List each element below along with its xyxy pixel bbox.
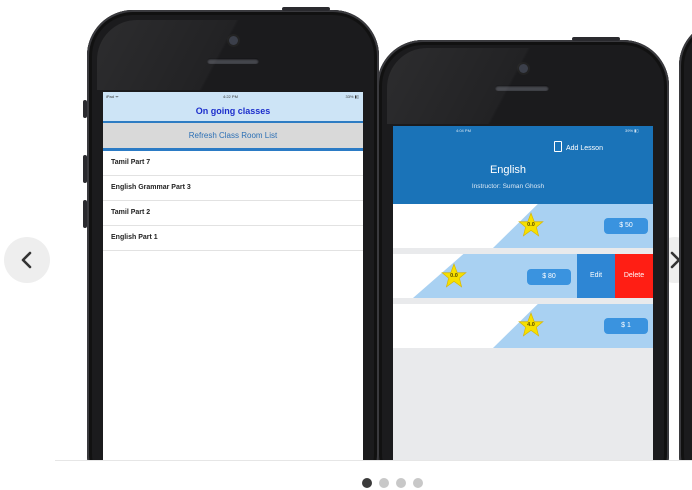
refresh-class-list-button[interactable]: Refresh Class Room List [103,123,363,151]
divider [55,460,692,461]
list-item[interactable]: Tamil Part 2 [103,201,363,226]
price-badge: $ 80 [527,269,571,285]
page-title: On going classes [103,101,363,123]
add-lesson-button[interactable]: Add Lesson [566,145,603,152]
add-document-icon [554,141,562,152]
price-badge: $ 1 [604,318,648,334]
carousel-pagination [362,478,426,490]
list-item[interactable]: Tamil Part 7 [103,151,363,176]
list-item[interactable]: English Grammar Part 3 [103,176,363,201]
front-camera [229,36,238,45]
lesson-list: 0.0 $ 50 0.0 $ 80 Edit Delete 4.0 $ 1 [393,204,653,460]
lesson-row[interactable]: 0.0 $ 50 [393,204,653,248]
rating-value: 0.0 [450,273,458,279]
status-battery: 39% ▮▯ [625,128,639,133]
list-item[interactable]: English Part 1 [103,226,363,251]
phone-mockup-1: iPad ᯤ 4:22 PM 33% ▮▯ On going classes R… [83,7,379,460]
phone1-screen: iPad ᯤ 4:22 PM 33% ▮▯ On going classes R… [103,92,363,460]
phone-mockup-2: 4:04 PM 39% ▮▯ Add Lesson English Instru… [377,37,669,460]
lesson-row[interactable]: 4.0 $ 1 [393,304,653,348]
course-title: English [489,164,527,176]
earpiece-speaker [207,58,259,64]
class-list: Tamil Part 7 English Grammar Part 3 Tami… [103,151,363,251]
rating-value: 4.0 [527,322,535,328]
edit-lesson-button[interactable]: Edit [577,254,615,298]
chevron-left-icon [21,251,32,269]
front-camera [519,64,528,73]
pagination-dot-3[interactable] [396,478,406,488]
lesson-row[interactable]: 0.0 $ 80 Edit Delete [393,254,653,298]
status-battery: 33% ▮▯ [345,94,359,99]
status-bar: iPad ᯤ 4:22 PM 33% ▮▯ [103,92,363,101]
status-time: 4:22 PM [223,94,238,99]
pagination-dot-4[interactable] [413,478,423,488]
course-header: 4:04 PM 39% ▮▯ Add Lesson English Instru… [393,126,653,204]
earpiece-speaker [495,85,549,91]
phone2-screen: 4:04 PM 39% ▮▯ Add Lesson English Instru… [393,126,653,460]
carousel-stage: iPad ᯤ 4:22 PM 33% ▮▯ On going classes R… [55,0,692,460]
rating-value: 0.0 [527,222,535,228]
pagination-dot-1[interactable] [362,478,372,488]
carousel-prev-button[interactable] [4,237,50,283]
instructor-label: Instructor: Suman Ghosh [471,183,545,190]
status-carrier: iPad ᯤ [106,94,119,99]
price-badge: $ 50 [604,218,648,234]
delete-lesson-button[interactable]: Delete [615,254,653,298]
pagination-dot-2[interactable] [379,478,389,488]
phone-mockup-3 [679,20,692,460]
status-time: 4:04 PM [456,128,471,133]
